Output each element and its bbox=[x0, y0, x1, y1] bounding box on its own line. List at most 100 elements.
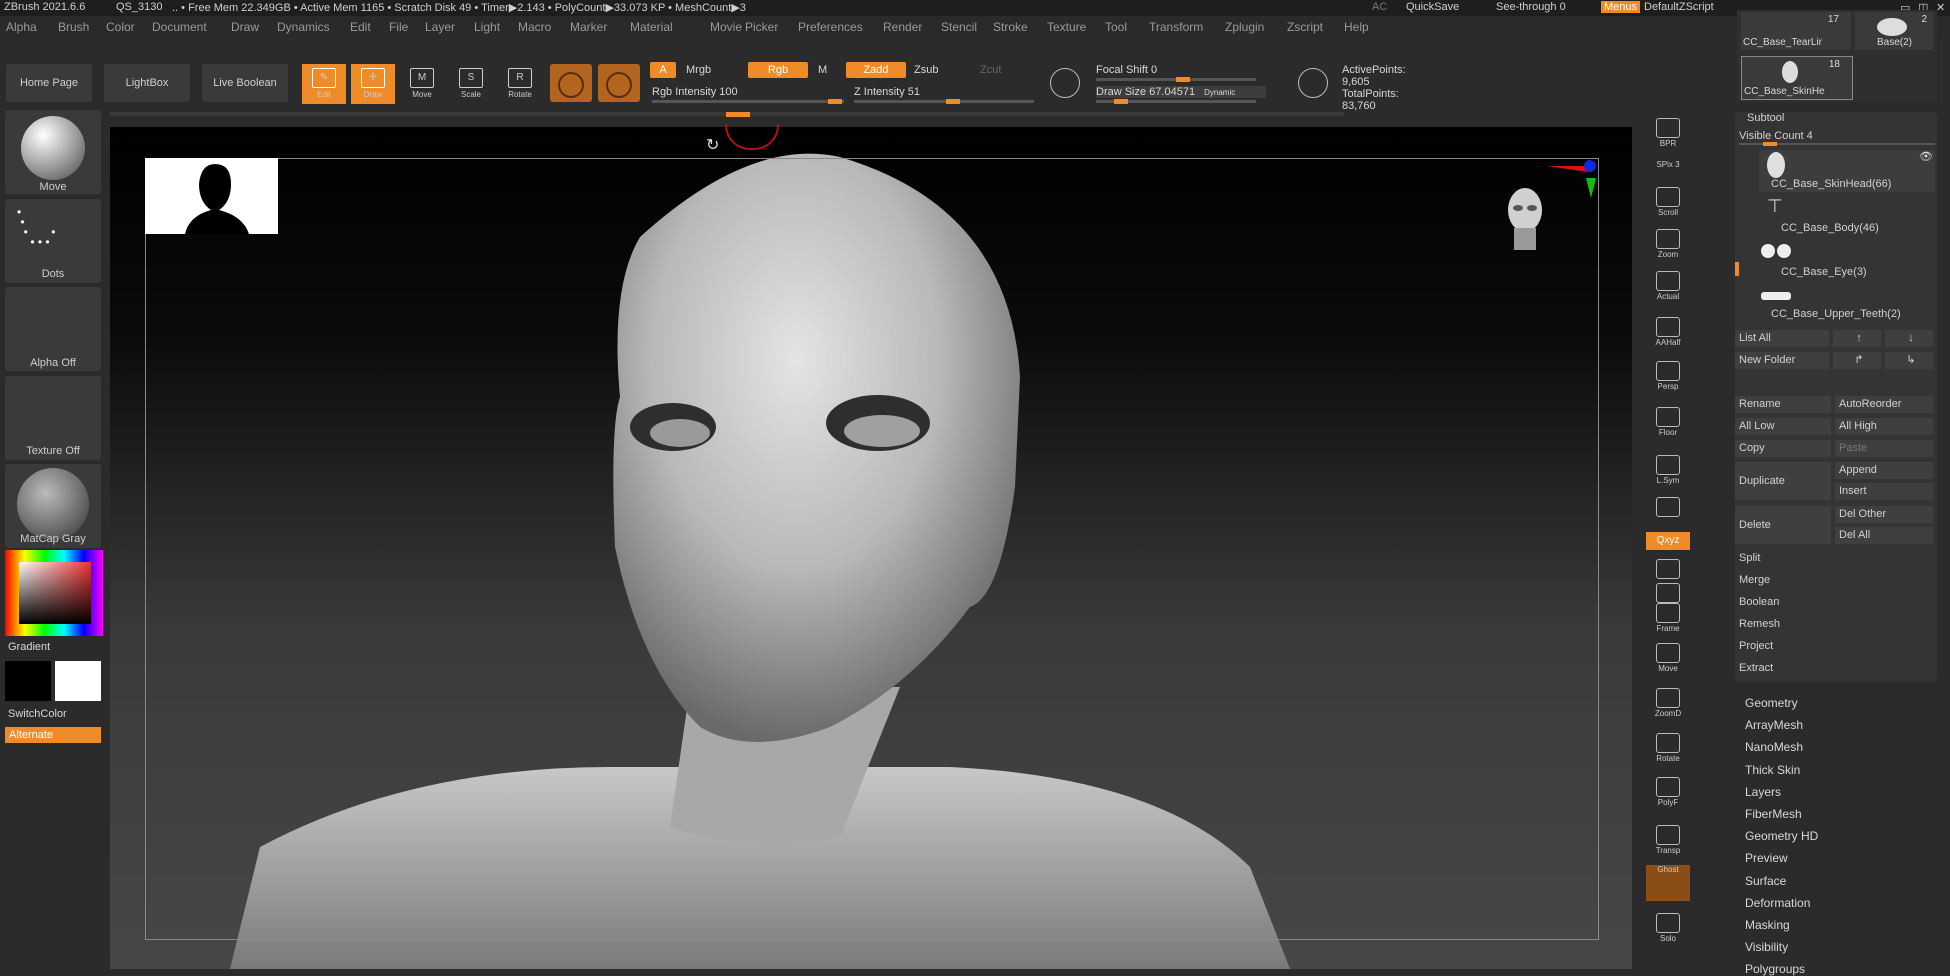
a-toggle[interactable]: A bbox=[650, 62, 676, 78]
menu-alpha[interactable]: Alpha bbox=[6, 20, 37, 34]
edit-mode-button[interactable]: ✎ Edit bbox=[302, 64, 346, 104]
menu-help[interactable]: Help bbox=[1344, 20, 1369, 34]
subtool-item-eye[interactable]: CC_Base_Eye(3) bbox=[1759, 238, 1935, 280]
new-folder-button[interactable]: New Folder bbox=[1735, 352, 1829, 369]
menu-movie[interactable]: Movie bbox=[710, 20, 742, 34]
focal-shift-slider[interactable]: Focal Shift 0 bbox=[1096, 64, 1157, 76]
all-high-button[interactable]: All High bbox=[1835, 418, 1933, 435]
silhouette-preview[interactable] bbox=[145, 158, 278, 234]
menu-color[interactable]: Color bbox=[106, 20, 135, 34]
visible-count-slider[interactable]: Visible Count 4 bbox=[1739, 130, 1813, 142]
menu-stencil[interactable]: Stencil bbox=[941, 20, 977, 34]
subtool-item-skinhead[interactable]: 👁 CC_Base_SkinHead(66) bbox=[1759, 150, 1935, 192]
right-tool-transp[interactable]: Transp bbox=[1646, 822, 1690, 858]
menu-tool[interactable]: Tool bbox=[1105, 20, 1127, 34]
tool-thumb-base[interactable]: 2 Base(2) bbox=[1855, 12, 1933, 50]
axis-gizmo-icon[interactable] bbox=[1546, 158, 1596, 208]
del-other-button[interactable]: Del Other bbox=[1835, 506, 1933, 523]
section-visibility[interactable]: Visibility bbox=[1745, 940, 1788, 954]
menu-document[interactable]: Document bbox=[152, 20, 207, 34]
draw-size-track[interactable] bbox=[1096, 99, 1256, 104]
right-tool-polyf[interactable]: PolyF bbox=[1646, 774, 1690, 810]
menu-layer[interactable]: Layer bbox=[425, 20, 455, 34]
dynamic-toggle[interactable]: Dynamic bbox=[1204, 88, 1235, 97]
visibility-eye-icon[interactable]: 👁 bbox=[1919, 150, 1933, 163]
move-down-button[interactable]: ↓ bbox=[1885, 330, 1933, 347]
menu-file[interactable]: File bbox=[389, 20, 408, 34]
menu-light[interactable]: Light bbox=[474, 20, 500, 34]
insert-button[interactable]: Insert bbox=[1835, 483, 1933, 500]
subtool-title[interactable]: Subtool bbox=[1747, 112, 1784, 124]
gradient-label[interactable]: Gradient bbox=[8, 641, 50, 653]
autoreorder-button[interactable]: AutoReorder bbox=[1835, 396, 1933, 413]
mrgb-toggle[interactable]: Mrgb bbox=[686, 64, 711, 76]
menu-edit[interactable]: Edit bbox=[350, 20, 371, 34]
menu-transform[interactable]: Transform bbox=[1149, 20, 1203, 34]
lightbox-button[interactable]: LightBox bbox=[104, 64, 190, 102]
right-tool-rotate[interactable]: Rotate bbox=[1646, 730, 1690, 766]
menu-macro[interactable]: Macro bbox=[518, 20, 551, 34]
menu-draw[interactable]: Draw bbox=[231, 20, 259, 34]
menu-texture[interactable]: Texture bbox=[1047, 20, 1086, 34]
right-tool-frame[interactable]: Frame bbox=[1646, 600, 1690, 636]
rgb-toggle[interactable]: Rgb bbox=[748, 62, 808, 78]
secondary-color-swatch[interactable] bbox=[55, 661, 101, 701]
menu-stroke[interactable]: Stroke bbox=[993, 20, 1028, 34]
default-zscript-button[interactable]: DefaultZScript bbox=[1644, 1, 1714, 13]
zsub-toggle[interactable]: Zsub bbox=[914, 64, 938, 76]
live-boolean-button[interactable]: Live Boolean bbox=[202, 64, 288, 102]
menu-dynamics[interactable]: Dynamics bbox=[277, 20, 330, 34]
copy-button[interactable]: Copy bbox=[1735, 440, 1831, 457]
main-color-swatch[interactable] bbox=[5, 661, 51, 701]
draw-mode-button[interactable]: ✛ Draw bbox=[351, 64, 395, 104]
section-geometry-hd[interactable]: Geometry HD bbox=[1745, 829, 1818, 843]
section-masking[interactable]: Masking bbox=[1745, 918, 1790, 932]
all-low-button[interactable]: All Low bbox=[1735, 418, 1831, 435]
subtool-item-teeth[interactable]: CC_Base_Upper_Teeth(2) bbox=[1759, 282, 1935, 322]
section-preview[interactable]: Preview bbox=[1745, 851, 1788, 865]
split-menu[interactable]: Split bbox=[1735, 550, 1935, 567]
scale-mode-button[interactable]: S Scale bbox=[449, 64, 493, 104]
menu-preferences[interactable]: Preferences bbox=[798, 20, 863, 34]
right-tool-scroll[interactable]: Scroll bbox=[1646, 184, 1690, 220]
section-layers[interactable]: Layers bbox=[1745, 785, 1781, 799]
right-tool-actual[interactable]: Actual bbox=[1646, 268, 1690, 304]
section-thick-skin[interactable]: Thick Skin bbox=[1745, 763, 1800, 777]
see-through-slider[interactable]: See-through 0 bbox=[1496, 1, 1566, 13]
zintensity-dial-icon[interactable] bbox=[1298, 68, 1328, 98]
tool-thumb-skinhead[interactable]: 18 CC_Base_SkinHe bbox=[1741, 56, 1853, 100]
merge-menu[interactable]: Merge bbox=[1735, 572, 1935, 589]
move-up-button[interactable]: ↑ bbox=[1833, 330, 1881, 347]
section-fibermesh[interactable]: FiberMesh bbox=[1745, 807, 1802, 821]
right-tool-l-sym[interactable]: L.Sym bbox=[1646, 452, 1690, 488]
delete-button[interactable]: Delete bbox=[1735, 506, 1831, 544]
tool-thumb-tearline[interactable]: 17 CC_Base_TearLir bbox=[1741, 12, 1851, 50]
focal-shift-icon[interactable] bbox=[1050, 68, 1080, 98]
home-page-button[interactable]: Home Page bbox=[6, 64, 92, 102]
polypaint-sphere-button[interactable] bbox=[598, 64, 640, 102]
rename-button[interactable]: Rename bbox=[1735, 396, 1831, 413]
zadd-toggle[interactable]: Zadd bbox=[846, 62, 906, 78]
paste-button[interactable]: Paste bbox=[1835, 440, 1933, 457]
menus-button[interactable]: Menus bbox=[1601, 1, 1641, 13]
section-arraymesh[interactable]: ArrayMesh bbox=[1745, 718, 1803, 732]
right-tool-floor[interactable]: Floor bbox=[1646, 404, 1690, 440]
refresh-icon[interactable]: ↻ bbox=[706, 135, 719, 155]
section-geometry[interactable]: Geometry bbox=[1745, 696, 1798, 710]
folder-up-button[interactable]: ↱ bbox=[1833, 352, 1881, 369]
boolean-menu[interactable]: Boolean bbox=[1735, 594, 1935, 611]
right-tool-bpr[interactable]: BPR bbox=[1646, 115, 1690, 153]
rgb-intensity-slider[interactable]: Rgb Intensity 100 bbox=[652, 86, 738, 98]
right-tool-qxyz[interactable]: Qxyz bbox=[1646, 532, 1690, 550]
section-deformation[interactable]: Deformation bbox=[1745, 896, 1810, 910]
remesh-menu[interactable]: Remesh bbox=[1735, 616, 1935, 633]
subtool-item-body[interactable]: ⊤ CC_Base_Body(46) bbox=[1759, 194, 1935, 236]
list-all-button[interactable]: List All bbox=[1735, 330, 1829, 347]
z-intensity-slider[interactable]: Z Intensity 51 bbox=[854, 86, 920, 98]
right-tool-ghost[interactable]: Ghost bbox=[1646, 865, 1690, 901]
section-polygroups[interactable]: Polygroups bbox=[1745, 962, 1805, 976]
rgb-intensity-track[interactable] bbox=[652, 99, 844, 104]
section-nanomesh[interactable]: NanoMesh bbox=[1745, 740, 1803, 754]
rotate-mode-button[interactable]: R Rotate bbox=[498, 64, 542, 104]
project-menu[interactable]: Project bbox=[1735, 638, 1935, 655]
